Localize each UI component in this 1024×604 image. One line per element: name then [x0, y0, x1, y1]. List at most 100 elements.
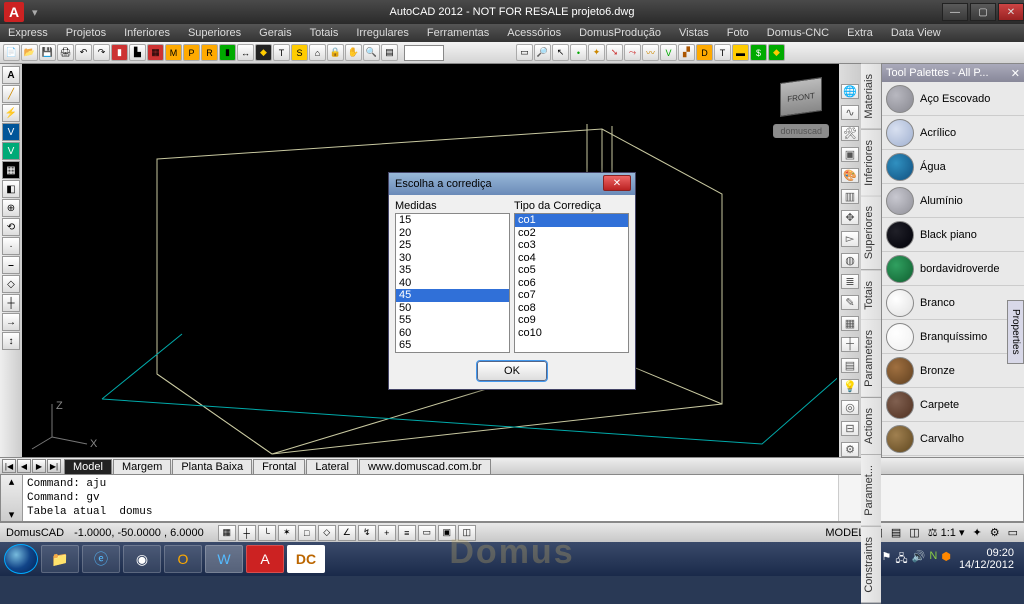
tool-pt2-icon[interactable]: ✦: [588, 44, 605, 61]
sb-r6-icon[interactable]: ▭: [1008, 526, 1018, 539]
swatch-item[interactable]: Carpete: [882, 388, 1024, 422]
status-model[interactable]: MODEL: [825, 527, 864, 539]
tool-zoom-icon[interactable]: 🔍: [363, 44, 380, 61]
palette-close-icon[interactable]: ✕: [1011, 67, 1020, 80]
list-item[interactable]: 60: [396, 327, 509, 340]
rt-sel-icon[interactable]: ▣: [841, 147, 859, 162]
lt-dim-icon[interactable]: ↕: [2, 332, 20, 350]
swatch-item[interactable]: Acrílico: [882, 116, 1024, 150]
rt-conn-icon[interactable]: ∿: [841, 105, 859, 120]
palette-tab-paramet...[interactable]: Paramet...: [861, 455, 881, 527]
tool-lock-icon[interactable]: 🔒: [327, 44, 344, 61]
list-item[interactable]: co7: [515, 289, 628, 302]
tool-v-icon[interactable]: V: [660, 44, 677, 61]
sb-ortho-icon[interactable]: └: [258, 525, 276, 541]
minimize-button[interactable]: —: [942, 3, 968, 21]
ok-button[interactable]: OK: [477, 361, 547, 381]
lt-rot-icon[interactable]: ⟲: [2, 218, 20, 236]
swatch-item[interactable]: Alumínio: [882, 184, 1024, 218]
lt-cyl-icon[interactable]: ⊕: [2, 199, 20, 217]
swatch-item[interactable]: Cerâmica: [882, 456, 1024, 457]
tool-text-icon[interactable]: T: [714, 44, 731, 61]
menu-inferiores[interactable]: Inferiores: [120, 27, 174, 39]
lt-vbox-icon[interactable]: V: [2, 142, 20, 160]
tool-br-icon[interactable]: ◆: [768, 44, 785, 61]
sb-ducs-icon[interactable]: ↯: [358, 525, 376, 541]
list-item[interactable]: co1: [515, 214, 628, 227]
palette-tab-constraints[interactable]: Constraints: [861, 527, 881, 604]
tray-q-icon[interactable]: ⬢: [941, 550, 951, 569]
swatch-item[interactable]: bordavidroverde: [882, 252, 1024, 286]
start-button[interactable]: [4, 544, 38, 574]
lt-pt-icon[interactable]: ·: [2, 237, 20, 255]
command-text[interactable]: Command: aju Command: gv Tabela atual do…: [23, 475, 838, 521]
tool-pt4-icon[interactable]: ⤳: [624, 44, 641, 61]
list-item[interactable]: 35: [396, 264, 509, 277]
rt-grid-icon[interactable]: ▦: [841, 316, 859, 331]
palette-tab-materiais[interactable]: Materiais: [861, 64, 881, 130]
lt-vol-icon[interactable]: V: [2, 123, 20, 141]
tool-pt3-icon[interactable]: ➘: [606, 44, 623, 61]
rt-pal-icon[interactable]: 🎨: [841, 168, 859, 183]
list-tipo[interactable]: co1co2co3co4co5co6co7co8co9co10: [514, 213, 629, 353]
tool-cursor-icon[interactable]: ↖: [552, 44, 569, 61]
rt-layer-icon[interactable]: ≣: [841, 274, 859, 289]
menu-irregulares[interactable]: Irregulares: [352, 27, 413, 39]
rt-cam-icon[interactable]: ▻: [841, 231, 859, 246]
list-item[interactable]: 40: [396, 277, 509, 290]
menu-extra[interactable]: Extra: [843, 27, 877, 39]
rt-cross-icon[interactable]: ✥: [841, 210, 859, 225]
sb-r3-icon[interactable]: ◫: [909, 526, 919, 539]
lt-cut-icon[interactable]: ⎯: [2, 256, 20, 274]
rt-bulb-icon[interactable]: 💡: [841, 379, 859, 394]
lt-a-icon[interactable]: A: [2, 66, 20, 84]
tool-hand-icon[interactable]: ✋: [345, 44, 362, 61]
tool-find-icon[interactable]: 🔎: [534, 44, 551, 61]
tool-green-icon[interactable]: ▮: [219, 44, 236, 61]
tray-flag-icon[interactable]: ⚑: [882, 550, 892, 569]
lt-bolt-icon[interactable]: ⚡: [2, 104, 20, 122]
lt-half-icon[interactable]: ◧: [2, 180, 20, 198]
rt-obj-icon[interactable]: ◎: [841, 400, 859, 415]
tool-p-icon[interactable]: P: [183, 44, 200, 61]
palette-tab-superiores[interactable]: Superiores: [861, 196, 881, 270]
task-explorer-icon[interactable]: 📁: [41, 545, 79, 573]
task-word-icon[interactable]: W: [205, 545, 243, 573]
close-button[interactable]: ✕: [998, 3, 1024, 21]
list-item[interactable]: co3: [515, 239, 628, 252]
layout-tab-frontal[interactable]: Frontal: [253, 459, 305, 474]
toolbar-input[interactable]: [404, 45, 444, 61]
menu-data view[interactable]: Data View: [887, 27, 945, 39]
sb-qp-icon[interactable]: ▣: [438, 525, 456, 541]
tool-flag-icon[interactable]: ▙: [129, 44, 146, 61]
menu-projetos[interactable]: Projetos: [62, 27, 110, 39]
list-item[interactable]: co4: [515, 252, 628, 265]
lt-plus-icon[interactable]: ┼: [2, 294, 20, 312]
sb-scale[interactable]: ⚖ 1:1 ▾: [928, 526, 965, 539]
task-chrome-icon[interactable]: ◉: [123, 545, 161, 573]
menu-domusprodução[interactable]: DomusProdução: [575, 27, 665, 39]
list-item[interactable]: 45: [396, 289, 509, 302]
tool-b1-icon[interactable]: ▭: [516, 44, 533, 61]
tool-pt1-icon[interactable]: •: [570, 44, 587, 61]
menu-ferramentas[interactable]: Ferramentas: [423, 27, 493, 39]
list-item[interactable]: co8: [515, 302, 628, 315]
sb-r5-icon[interactable]: ⚙: [990, 526, 1000, 539]
tab-next-icon[interactable]: ▶: [32, 459, 46, 473]
tool-home-icon[interactable]: ⌂: [309, 44, 326, 61]
task-ie-icon[interactable]: ⓔ: [82, 545, 120, 573]
qat-arrow[interactable]: ▾: [32, 6, 38, 19]
tool-ru-icon[interactable]: ▬: [732, 44, 749, 61]
app-icon[interactable]: A: [4, 2, 24, 22]
palette-tab-totais[interactable]: Totais: [861, 271, 881, 321]
rt-stk-icon[interactable]: ▤: [841, 358, 859, 373]
swatch-item[interactable]: Branquíssimo: [882, 320, 1024, 354]
tray-net-icon[interactable]: 🖧: [895, 550, 907, 569]
layout-tab-www-domuscad-com-br[interactable]: www.domuscad.com.br: [359, 459, 491, 474]
menu-foto[interactable]: Foto: [723, 27, 753, 39]
tool-arrows-icon[interactable]: ↔: [237, 44, 254, 61]
list-item[interactable]: 55: [396, 314, 509, 327]
tab-last-icon[interactable]: ▶|: [47, 459, 61, 473]
new-icon[interactable]: 📄: [3, 44, 20, 61]
rt-brk-icon[interactable]: ⊟: [841, 421, 859, 436]
